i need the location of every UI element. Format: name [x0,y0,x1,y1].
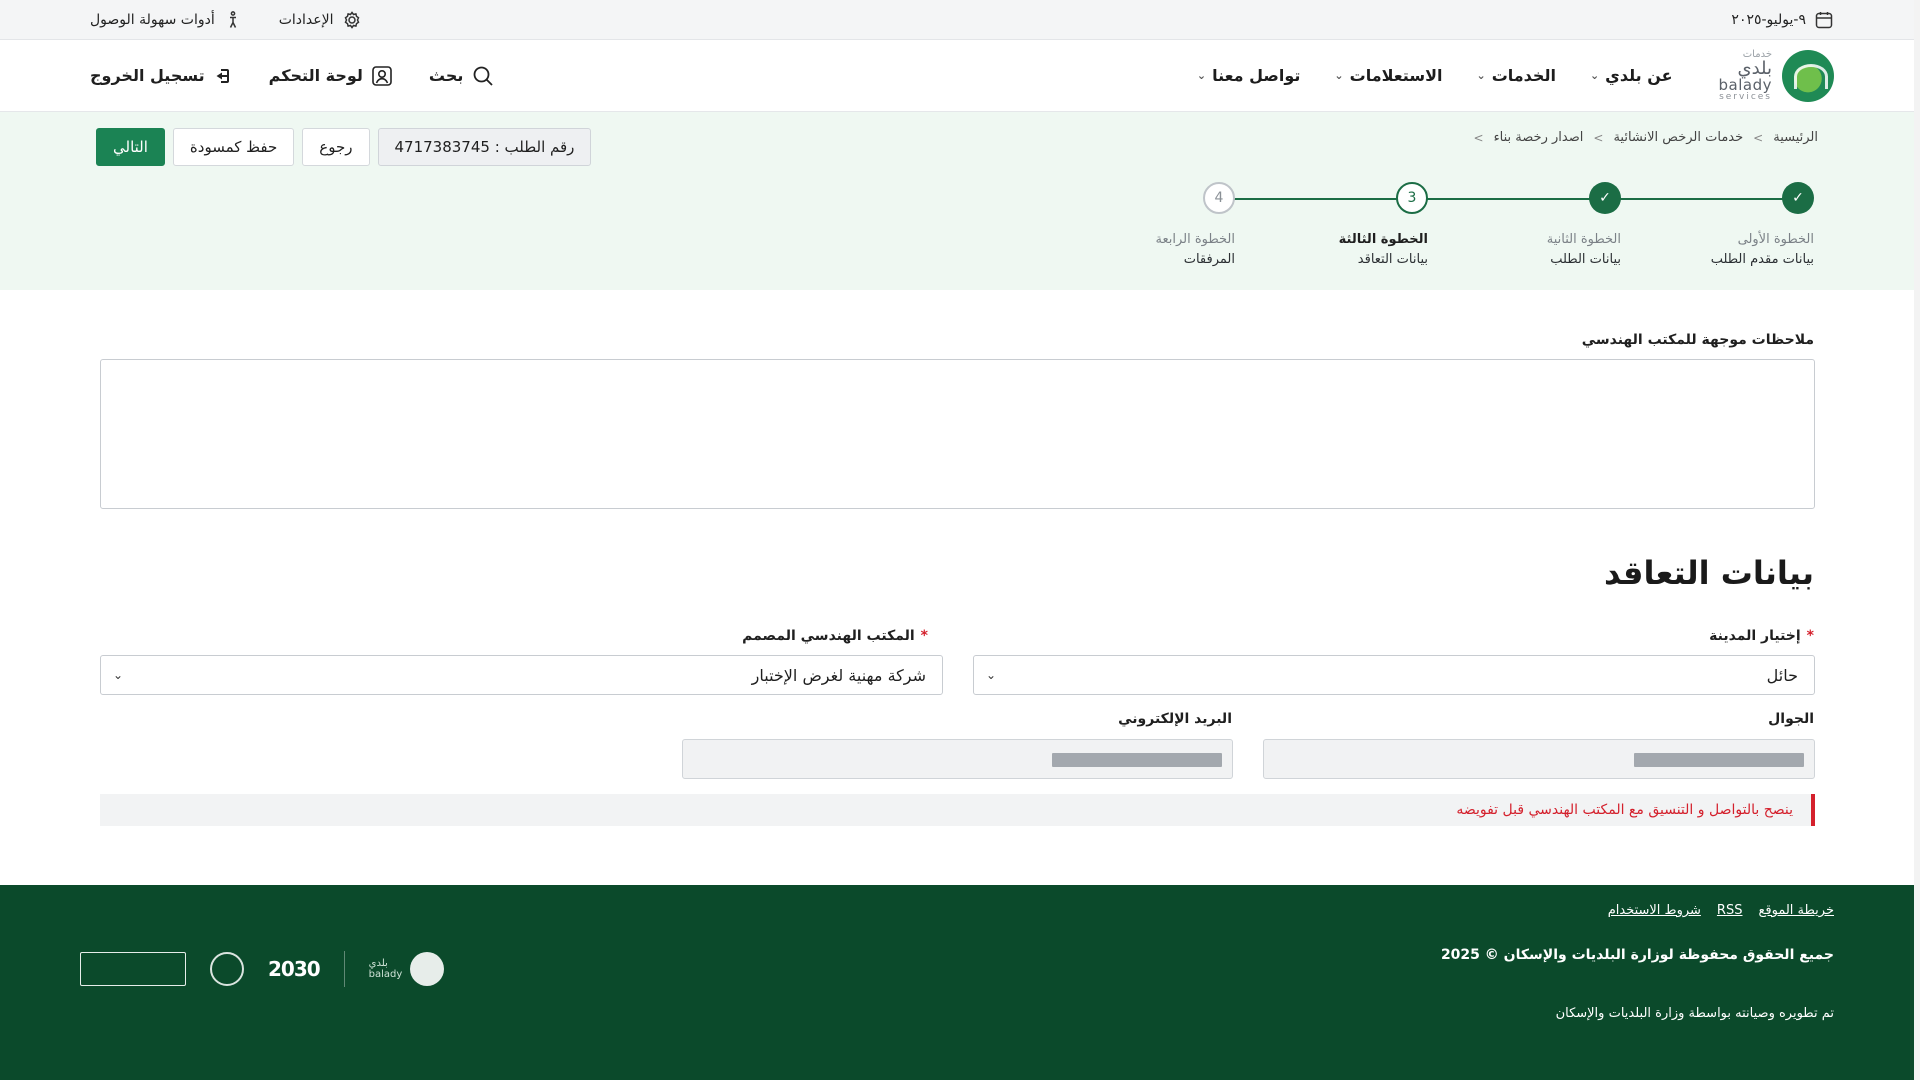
logout-button[interactable]: تسجيل الخروج [90,66,233,86]
balady-footer-logo: بلدي balady [369,952,445,986]
footer: خريطة الموقع RSS شروط الاستخدام جميع الح… [0,885,1914,1080]
required-asterisk: * [1806,628,1814,644]
contract-form: ملاحظات موجهة للمكتب الهندسي بيانات التع… [0,290,1914,885]
engineering-office-label: *المكتب الهندسي المصمم [742,628,928,644]
gear-icon [342,10,362,30]
dashboard-button[interactable]: لوحة التحكم [269,65,393,87]
logout-label: تسجيل الخروج [90,66,205,85]
chevron-down-icon: ⌄ [1589,69,1600,82]
vision-2030-logo: 2030 [268,957,321,981]
chevron-down-icon: ⌄ [113,668,124,682]
city-label: *إختيار المدينة [1709,628,1814,644]
step-1-indicator: ✓ [1782,182,1814,214]
calendar-icon [1814,10,1834,30]
footer-link-rss[interactable]: RSS [1717,903,1743,918]
quality-of-life-logo [210,952,244,986]
balady-logo[interactable]: خدمات بلدي balady services [1718,48,1834,102]
city-select-value: حائل [1766,665,1798,685]
nav-inquiries[interactable]: الاستعلامات ⌄ [1334,66,1442,85]
engineering-office-select[interactable]: شركة مهنية لغرض الإختبار ⌄ [100,655,943,695]
step-connector [1219,198,1412,200]
nav-about-balady[interactable]: عن بلدي ⌄ [1590,66,1673,85]
page-scrollbar[interactable] [1914,0,1920,1080]
nav-services[interactable]: الخدمات ⌄ [1476,66,1555,85]
email-field[interactable] [682,739,1233,779]
mobile-field[interactable] [1263,739,1815,779]
main-nav: عن بلدي ⌄ الخدمات ⌄ الاستعلامات ⌄ تواصل … [1197,66,1673,85]
settings-label: الإعدادات [278,11,334,28]
engineering-office-value: شركة مهنية لغرض الإختبار [751,665,926,685]
search-button[interactable]: بحث [429,64,495,88]
step-2-label: الخطوة الثانية بيانات الطلب [1546,232,1621,267]
checkmark-icon: ✓ [1792,190,1804,206]
email-label: البريد الإلكتروني [1118,711,1232,727]
section-title: بيانات التعاقد [1604,554,1814,592]
breadcrumb-separator: > [1473,130,1484,145]
progress-stepper: ✓ ✓ 3 4 الخطوة الأولى بيانات مقدم الطلب … [1155,182,1814,282]
footer-links: خريطة الموقع RSS شروط الاستخدام [1608,903,1834,918]
back-button[interactable]: رجوع [302,128,370,166]
step-2-indicator: ✓ [1589,182,1621,214]
logout-icon [213,66,233,86]
date-display: ٩-يوليو-٢٠٢٥ [1731,10,1834,30]
request-number: رقم الطلب : 4717383745 [377,128,592,166]
digital-government-badge [80,952,186,986]
settings-link[interactable]: الإعدادات [279,10,362,30]
breadcrumb: الرئيسية > خدمات الرخص الانشائية > اصدار… [1474,130,1819,145]
request-header-area: الرئيسية > خدمات الرخص الانشائية > اصدار… [0,112,1914,290]
accessibility-icon [223,10,243,30]
search-icon [471,64,495,88]
breadcrumb-issue-building-license[interactable]: اصدار رخصة بناء [1494,130,1584,145]
developed-by-text: تم تطويره وصيانته بواسطة وزارة البلديات … [1555,1006,1834,1021]
next-button[interactable]: التالي [96,128,165,166]
notes-textarea[interactable] [100,359,1815,509]
balady-footer-logo-text: بلدي balady [368,958,403,980]
balady-logo-text: خدمات بلدي balady services [1718,48,1772,102]
masked-value [1634,753,1804,767]
step-3-indicator: 3 [1396,182,1428,214]
step-connector [1412,198,1605,200]
notes-label: ملاحظات موجهة للمكتب الهندسي [1581,332,1814,348]
breadcrumb-separator: > [1593,130,1604,145]
balady-logo-icon [410,952,445,986]
request-actions: رقم الطلب : 4717383745 رجوع حفظ كمسودة ا… [96,128,592,166]
city-select[interactable]: حائل ⌄ [973,655,1815,695]
save-draft-button[interactable]: حفظ كمسودة [172,128,295,166]
user-icon [371,65,393,87]
date-text: ٩-يوليو-٢٠٢٥ [1731,11,1806,28]
step-3-label: الخطوة الثالثة بيانات التعاقد [1338,232,1428,267]
footer-divider [343,951,345,987]
main-header: خدمات بلدي balady services عن بلدي ⌄ الخ… [0,40,1914,112]
dashboard-label: لوحة التحكم [268,66,363,85]
checkmark-icon: ✓ [1599,190,1611,206]
search-label: بحث [428,66,464,85]
step-4-indicator: 4 [1203,182,1235,214]
chevron-down-icon: ⌄ [986,668,997,682]
advice-text: ينصح بالتواصل و التنسيق مع المكتب الهندس… [1456,802,1793,818]
nav-contact-us[interactable]: تواصل معنا ⌄ [1197,66,1301,85]
mobile-label: الجوال [1768,711,1814,727]
step-1-label: الخطوة الأولى بيانات مقدم الطلب [1710,232,1814,267]
copyright-text: جميع الحقوق محفوظة لوزارة البلديات والإس… [1440,947,1834,963]
balady-logo-icon [1782,49,1834,102]
footer-link-sitemap[interactable]: خريطة الموقع [1758,903,1834,918]
chevron-down-icon: ⌄ [1334,69,1344,82]
footer-link-terms[interactable]: شروط الاستخدام [1608,903,1701,918]
footer-logos: 2030 بلدي balady [80,951,445,987]
top-utility-bar: ٩-يوليو-٢٠٢٥ الإعدادات أدوات سهولة الوصو… [0,0,1914,40]
breadcrumb-separator: > [1753,130,1764,145]
required-asterisk: * [920,628,928,644]
accessibility-tools-link[interactable]: أدوات سهولة الوصول [90,10,243,30]
header-actions: بحث لوحة التحكم تسجيل الخروج [90,64,495,88]
breadcrumb-home[interactable]: الرئيسية [1773,130,1818,145]
step-connector [1605,198,1798,200]
chevron-down-icon: ⌄ [1196,69,1207,82]
advice-notice: ينصح بالتواصل و التنسيق مع المكتب الهندس… [100,794,1815,826]
breadcrumb-construction-licenses[interactable]: خدمات الرخص الانشائية [1613,130,1743,145]
step-4-label: الخطوة الرابعة المرفقات [1155,232,1235,267]
masked-value [1052,753,1222,767]
accessibility-label: أدوات سهولة الوصول [90,11,215,28]
chevron-down-icon: ⌄ [1476,69,1486,82]
